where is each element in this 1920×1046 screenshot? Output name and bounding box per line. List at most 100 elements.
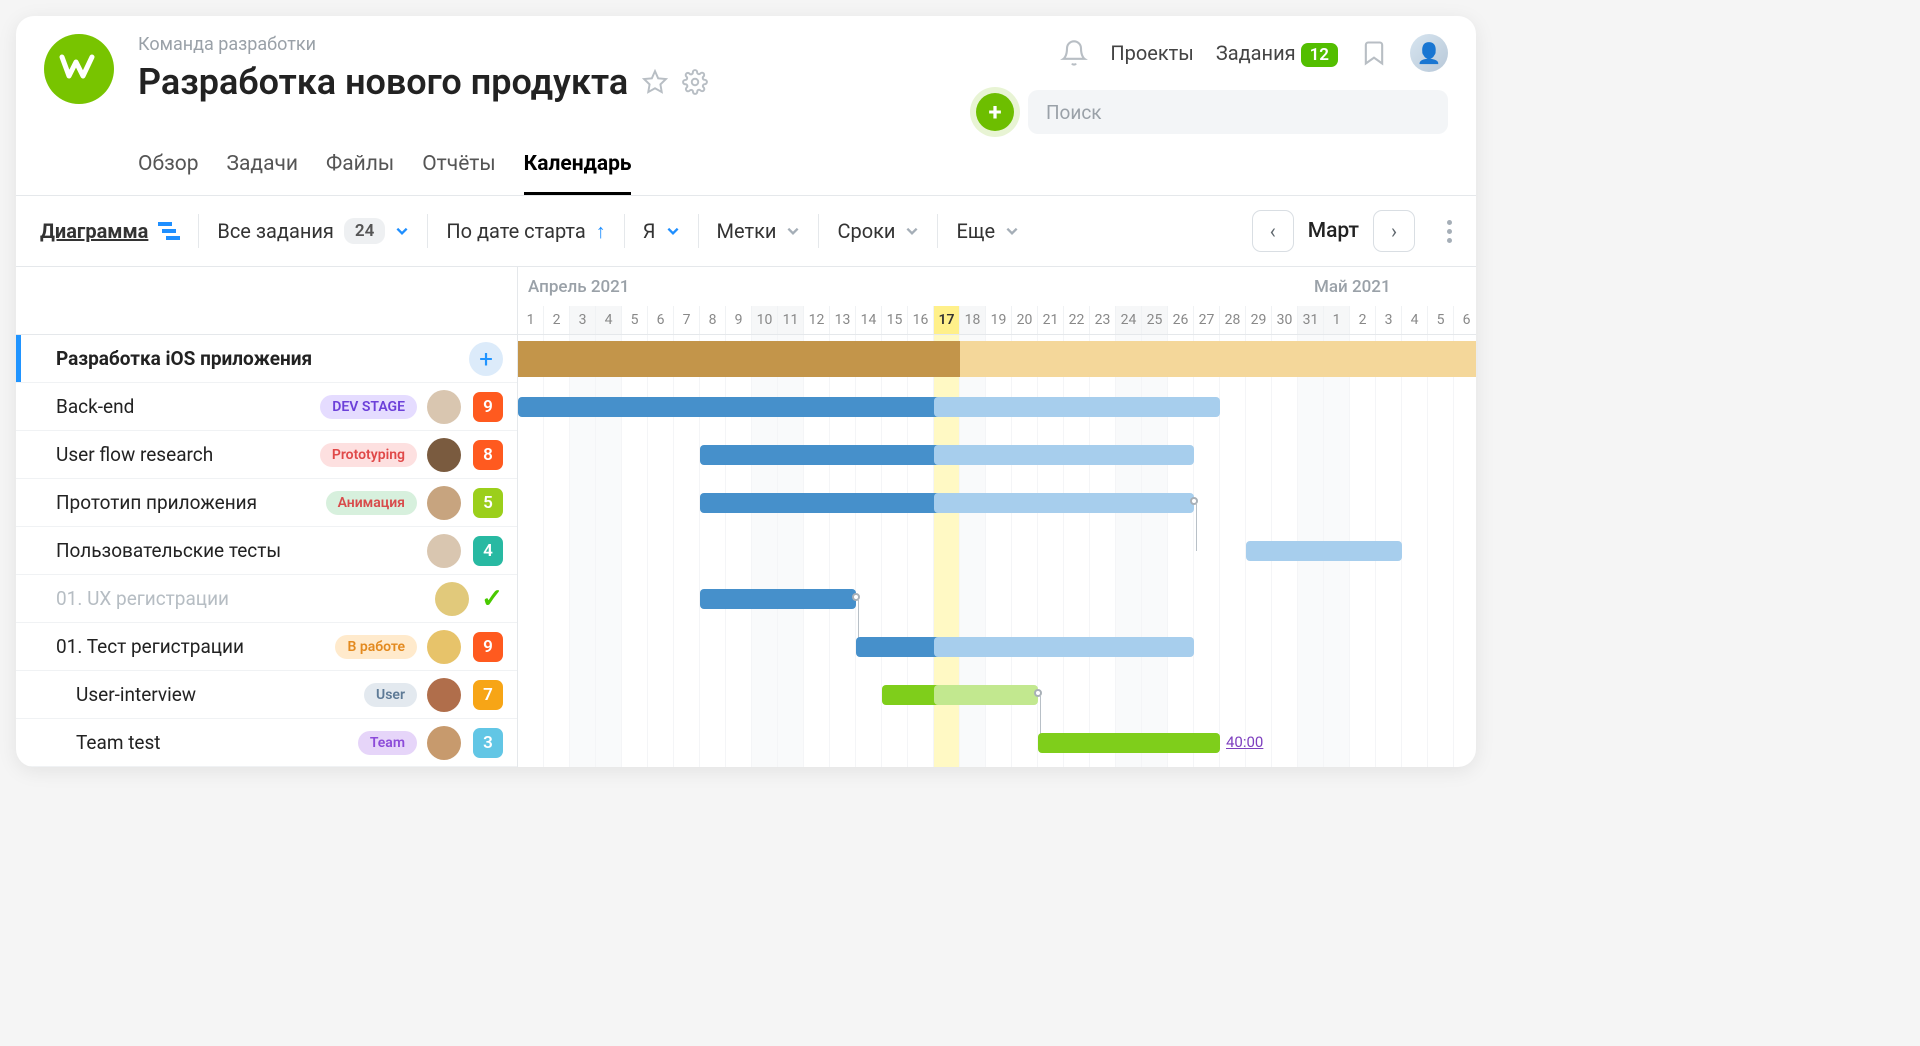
task-tag[interactable]: В работе (335, 635, 417, 659)
task-count-badge: 5 (473, 488, 503, 518)
day-header: 1 (518, 306, 544, 334)
task-count-badge: 9 (473, 392, 503, 422)
day-header: 23 (1090, 306, 1116, 334)
gantt-bar[interactable] (934, 493, 1194, 513)
task-tag[interactable]: Team (358, 731, 417, 755)
bookmark-icon[interactable] (1360, 39, 1388, 67)
day-header: 5 (622, 306, 648, 334)
sort-label: По дате старта (446, 219, 585, 243)
gantt-bar[interactable] (700, 589, 856, 609)
filter-labels[interactable]: Метки (717, 219, 801, 243)
tab-Календарь[interactable]: Календарь (524, 152, 632, 195)
task-count-badge: 4 (473, 536, 503, 566)
day-header: 15 (882, 306, 908, 334)
project-title: Разработка нового продукта (138, 61, 628, 103)
assignee-avatar[interactable] (427, 678, 461, 712)
assignee-avatar[interactable] (435, 582, 469, 616)
gear-icon[interactable] (682, 69, 708, 95)
task-tag[interactable]: DEV STAGE (320, 395, 417, 419)
search-placeholder: Поиск (1046, 101, 1102, 124)
kebab-menu-icon[interactable] (1447, 220, 1452, 243)
assignee-avatar[interactable] (427, 726, 461, 760)
task-name: Team test (76, 731, 358, 754)
day-header: 14 (856, 306, 882, 334)
assignee-avatar[interactable] (427, 390, 461, 424)
sort-by[interactable]: По дате старта ↑ (446, 219, 605, 244)
task-tag[interactable]: Анимация (326, 491, 417, 515)
star-icon[interactable] (642, 69, 668, 95)
day-header: 13 (830, 306, 856, 334)
tab-Файлы[interactable]: Файлы (326, 152, 394, 195)
hours-link[interactable]: 40:00 (1226, 733, 1263, 751)
nav-projects[interactable]: Проекты (1110, 41, 1193, 65)
tab-Отчёты[interactable]: Отчёты (422, 152, 495, 195)
view-toggle[interactable]: Диаграмма (40, 219, 180, 243)
assignee-avatar[interactable] (427, 438, 461, 472)
add-task-button[interactable]: + (469, 342, 503, 376)
header-center: Команда разработки Разработка нового про… (138, 34, 976, 103)
assignee-avatar[interactable] (427, 630, 461, 664)
section-row[interactable]: Разработка iOS приложения + (16, 335, 517, 383)
prev-month-button[interactable]: ‹ (1252, 210, 1294, 252)
gantt-bar[interactable] (934, 445, 1194, 465)
filter-more-label: Еще (956, 219, 995, 243)
user-avatar[interactable]: 👤 (1410, 34, 1448, 72)
assignee-avatar[interactable] (427, 534, 461, 568)
gantt-bar[interactable] (1246, 541, 1402, 561)
task-count-badge: 3 (473, 728, 503, 758)
day-header: 3 (570, 306, 596, 334)
gantt-bar[interactable] (1038, 733, 1220, 753)
task-row[interactable]: 01. Тест регистрацииВ работе9 (16, 623, 517, 671)
task-name: Пользовательские тесты (56, 539, 427, 562)
gantt-bar[interactable] (700, 445, 960, 465)
logo[interactable] (44, 34, 114, 104)
toolbar: Диаграмма Все задания 24 По дате старта … (16, 196, 1476, 267)
nav-tasks[interactable]: Задания 12 (1216, 41, 1338, 65)
task-name: User flow research (56, 443, 320, 466)
filter-deadlines[interactable]: Сроки (837, 219, 919, 243)
next-month-button[interactable]: › (1373, 210, 1415, 252)
task-tag[interactable]: User (364, 683, 417, 707)
task-row[interactable]: Back-endDEV STAGE9 (16, 383, 517, 431)
filter-me[interactable]: Я (643, 219, 680, 243)
day-header: 31 (1298, 306, 1324, 334)
month-label[interactable]: Март (1308, 219, 1359, 243)
axis-month-b: Май 2021 (1314, 277, 1391, 297)
add-button[interactable]: + (976, 93, 1014, 131)
section-indicator (16, 335, 21, 382)
day-header: 21 (1038, 306, 1064, 334)
gantt-bar[interactable] (934, 637, 1194, 657)
task-row[interactable]: 01. UX регистрации✓ (16, 575, 517, 623)
day-header: 17 (934, 306, 960, 334)
filter-more[interactable]: Еще (956, 219, 1019, 243)
task-row[interactable]: Прототип приложенияАнимация 5 (16, 479, 517, 527)
gantt-bar[interactable] (934, 397, 1220, 417)
section-bar-solid[interactable] (518, 341, 960, 377)
gantt-bar[interactable] (518, 397, 960, 417)
filter-all[interactable]: Все задания 24 (217, 218, 409, 244)
task-tag[interactable]: Prototyping (320, 443, 417, 467)
task-row[interactable]: User flow researchPrototyping8 (16, 431, 517, 479)
month-nav: ‹ Март › (1252, 210, 1452, 252)
day-header: 9 (726, 306, 752, 334)
day-header: 25 (1142, 306, 1168, 334)
day-header: 18 (960, 306, 986, 334)
arrow-up-icon: ↑ (596, 219, 606, 244)
filter-me-label: Я (643, 219, 656, 243)
bell-icon[interactable] (1060, 39, 1088, 67)
task-row[interactable]: User-interviewUser7 (16, 671, 517, 719)
tab-Обзор[interactable]: Обзор (138, 152, 199, 195)
gantt-bar[interactable] (934, 685, 1038, 705)
timeline[interactable]: Апрель 2021 Май 2021 1234567891011121314… (518, 267, 1476, 767)
day-header: 5 (1428, 306, 1454, 334)
day-header: 19 (986, 306, 1012, 334)
task-row[interactable]: Пользовательские тесты 4 (16, 527, 517, 575)
search-input[interactable]: Поиск (1028, 90, 1448, 134)
task-name: Прототип приложения (56, 491, 326, 514)
tab-Задачи[interactable]: Задачи (227, 152, 299, 195)
day-header: 22 (1064, 306, 1090, 334)
assignee-avatar[interactable] (427, 486, 461, 520)
gantt-bar[interactable] (700, 493, 960, 513)
task-row[interactable]: Team testTeam 3 (16, 719, 517, 767)
team-name[interactable]: Команда разработки (138, 34, 976, 55)
